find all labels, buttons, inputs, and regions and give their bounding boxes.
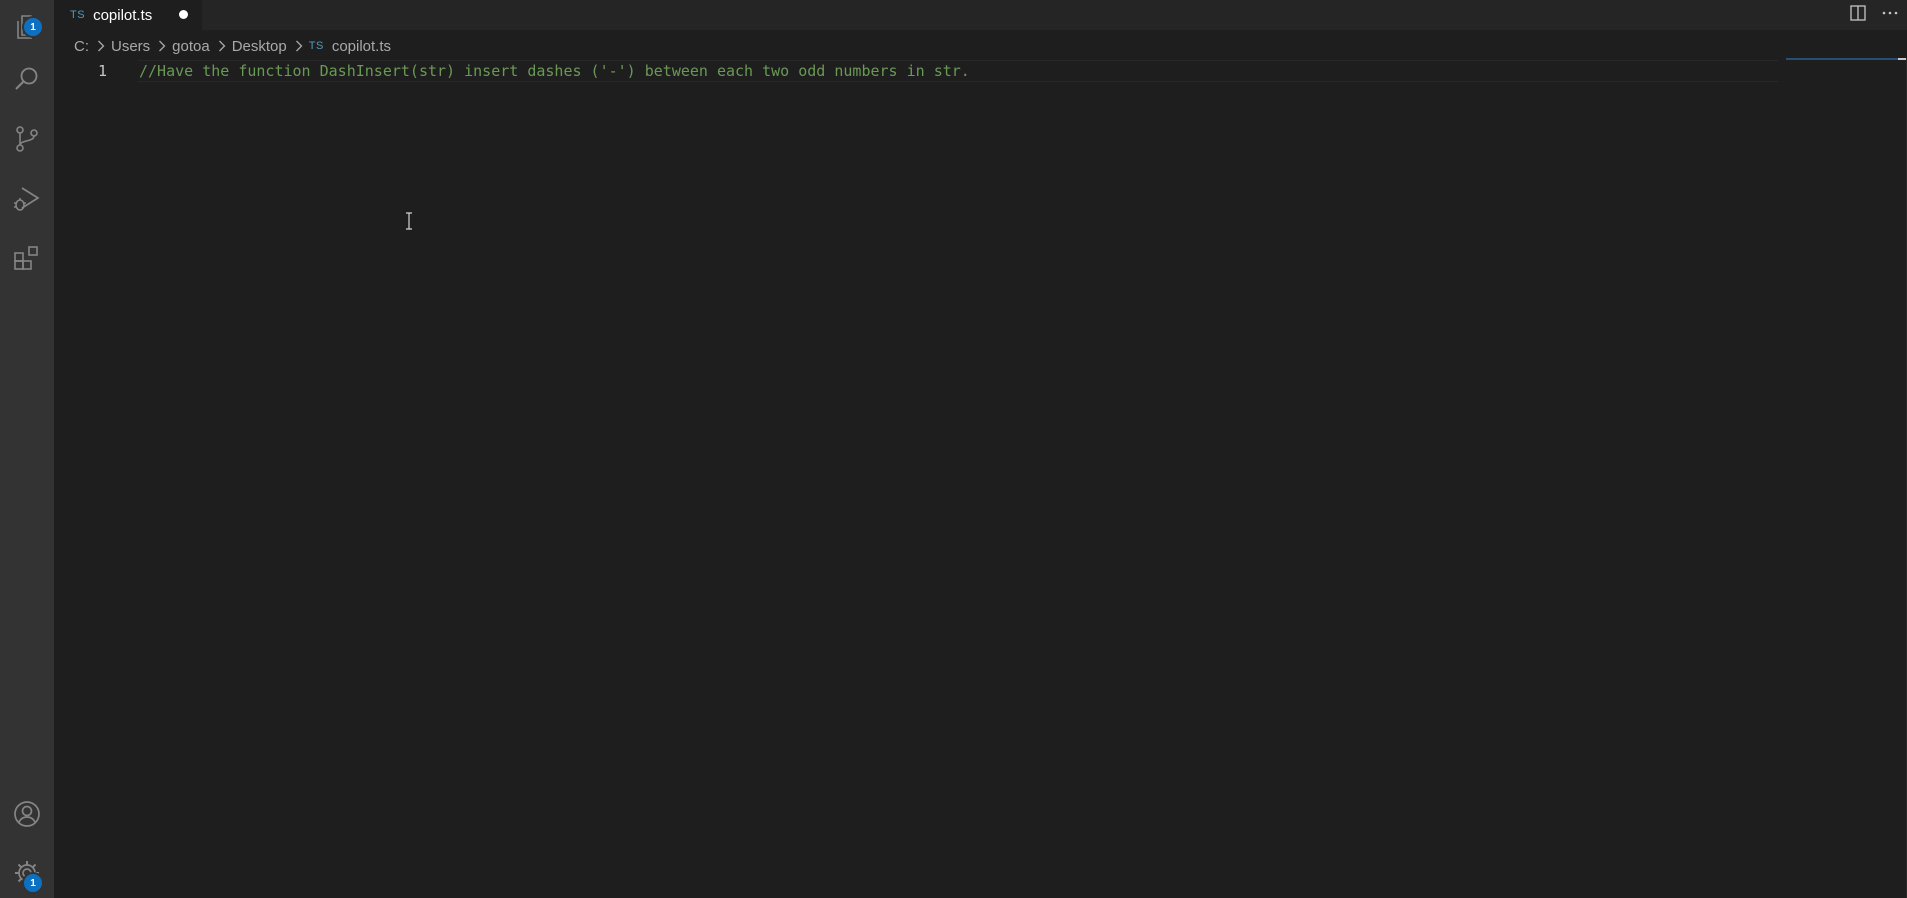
split-editor-icon [1849,4,1867,27]
tab-copilot-ts[interactable]: TS copilot.ts [54,0,202,30]
unsaved-dot-icon[interactable] [179,10,188,19]
activity-source-control[interactable] [0,112,54,166]
activity-search[interactable] [0,52,54,106]
account-icon [12,799,42,829]
manage-badge: 1 [22,872,44,894]
breadcrumb-file[interactable]: copilot.ts [332,38,391,55]
split-editor-button[interactable] [1847,4,1869,26]
breadcrumb-user[interactable]: gotoa [172,38,210,55]
explorer-badge: 1 [22,16,44,38]
breadcrumb-desktop[interactable]: Desktop [232,38,287,55]
activity-accounts[interactable] [0,787,54,841]
activity-extensions[interactable] [0,232,54,286]
activity-manage[interactable]: 1 [0,846,54,898]
vscode-window: 1 1 TS copilot.ts C: Users gotoa Desktop… [0,0,1907,898]
typescript-file-icon: TS [308,40,324,52]
tab-bar: TS copilot.ts [54,0,1907,30]
ellipsis-icon [1881,4,1899,27]
extensions-icon [12,244,42,274]
activity-explorer[interactable]: 1 [0,0,54,54]
chevron-right-icon [218,40,226,52]
tab-title: copilot.ts [93,6,153,24]
chevron-right-icon [158,40,166,52]
run-debug-icon [12,184,42,214]
code-line[interactable]: //Have the function DashInsert(str) inse… [139,61,970,81]
text-cursor-icon [404,212,414,235]
typescript-file-icon: TS [70,9,86,21]
activity-run-debug[interactable] [0,172,54,226]
more-actions-button[interactable] [1879,4,1901,26]
code-editor[interactable]: 1 //Have the function DashInsert(str) in… [54,58,1907,898]
minimap[interactable] [1786,58,1906,60]
breadcrumb: C: Users gotoa Desktop TS copilot.ts [74,34,391,58]
chevron-right-icon [295,40,303,52]
breadcrumb-drive[interactable]: C: [74,38,89,55]
editor-actions [1847,0,1901,30]
search-icon [13,65,41,93]
source-control-icon [13,125,41,153]
breadcrumb-users[interactable]: Users [111,38,150,55]
chevron-right-icon [97,40,105,52]
activity-bar: 1 1 [0,0,54,898]
